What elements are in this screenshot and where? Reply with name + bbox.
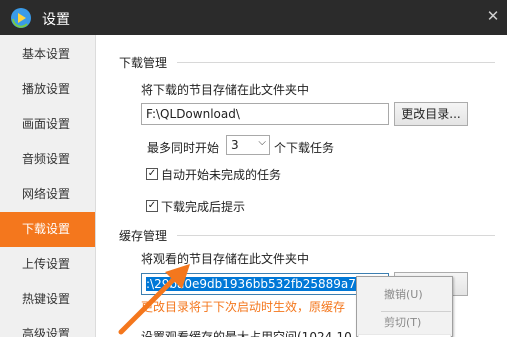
- sidebar-item-audio[interactable]: 音频设置: [0, 142, 95, 177]
- context-menu-cut[interactable]: 剪切(T): [358, 311, 451, 335]
- chevron-down-icon: ⌵: [258, 137, 266, 148]
- sidebar-item-picture[interactable]: 画面设置: [0, 107, 95, 142]
- change-download-dir-button[interactable]: 更改目录...: [394, 102, 468, 126]
- sidebar-item-playback[interactable]: 播放设置: [0, 72, 95, 107]
- context-menu: 撤销(U) 剪切(T): [356, 276, 453, 337]
- auto-start-checkbox[interactable]: ✓: [146, 168, 158, 180]
- done-prompt-label: 下载完成后提示: [161, 200, 246, 214]
- concurrent-suffix-label: 个下载任务: [274, 141, 335, 155]
- auto-start-label: 自动开始未完成的任务: [161, 168, 282, 182]
- cache-path-input[interactable]: :\29ba0e9db1936bb532fb25889a7: [141, 273, 389, 295]
- download-section-title: 下载管理: [119, 56, 168, 70]
- sidebar-item-network[interactable]: 网络设置: [0, 177, 95, 212]
- title-bar: 设置 ✕: [0, 0, 507, 35]
- sidebar-item-download[interactable]: 下载设置: [0, 212, 95, 247]
- concurrent-tasks-select[interactable]: 3 ⌵: [226, 135, 270, 155]
- cache-folder-label: 将观看的节目存储在此文件夹中: [141, 252, 310, 266]
- download-path-input[interactable]: F:\QLDownload\: [141, 103, 389, 125]
- download-section-divider: [177, 62, 495, 63]
- cache-size-label: 设置观看缓存的最大占用空间(1024-10: [141, 330, 352, 337]
- settings-sidebar: 基本设置 播放设置 画面设置 音频设置 网络设置 下载设置 上传设置 热键设置 …: [0, 35, 96, 337]
- concurrent-tasks-value: 3: [231, 138, 239, 152]
- app-logo-icon: [11, 8, 31, 28]
- sidebar-item-basic[interactable]: 基本设置: [0, 37, 95, 72]
- cache-section-divider: [177, 235, 495, 236]
- check-icon: ✓: [147, 200, 157, 211]
- cache-section-title: 缓存管理: [119, 229, 168, 243]
- window-title: 设置: [42, 12, 70, 28]
- concurrent-prefix-label: 最多同时开始: [147, 141, 220, 155]
- sidebar-item-hotkeys[interactable]: 热键设置: [0, 282, 95, 317]
- cache-change-warning: 更改目录将于下次启动时生效，原缓存: [141, 300, 346, 314]
- cache-path-selected-text: :\29ba0e9db1936bb532fb25889a7: [146, 277, 356, 291]
- done-prompt-checkbox[interactable]: ✓: [146, 200, 158, 212]
- close-icon[interactable]: ✕: [484, 7, 502, 25]
- download-folder-label: 将下载的节目存储在此文件夹中: [141, 83, 310, 97]
- sidebar-item-upload[interactable]: 上传设置: [0, 247, 95, 282]
- sidebar-item-advanced[interactable]: 高级设置: [0, 317, 95, 337]
- context-menu-undo[interactable]: 撤销(U): [358, 283, 451, 307]
- check-icon: ✓: [147, 168, 157, 179]
